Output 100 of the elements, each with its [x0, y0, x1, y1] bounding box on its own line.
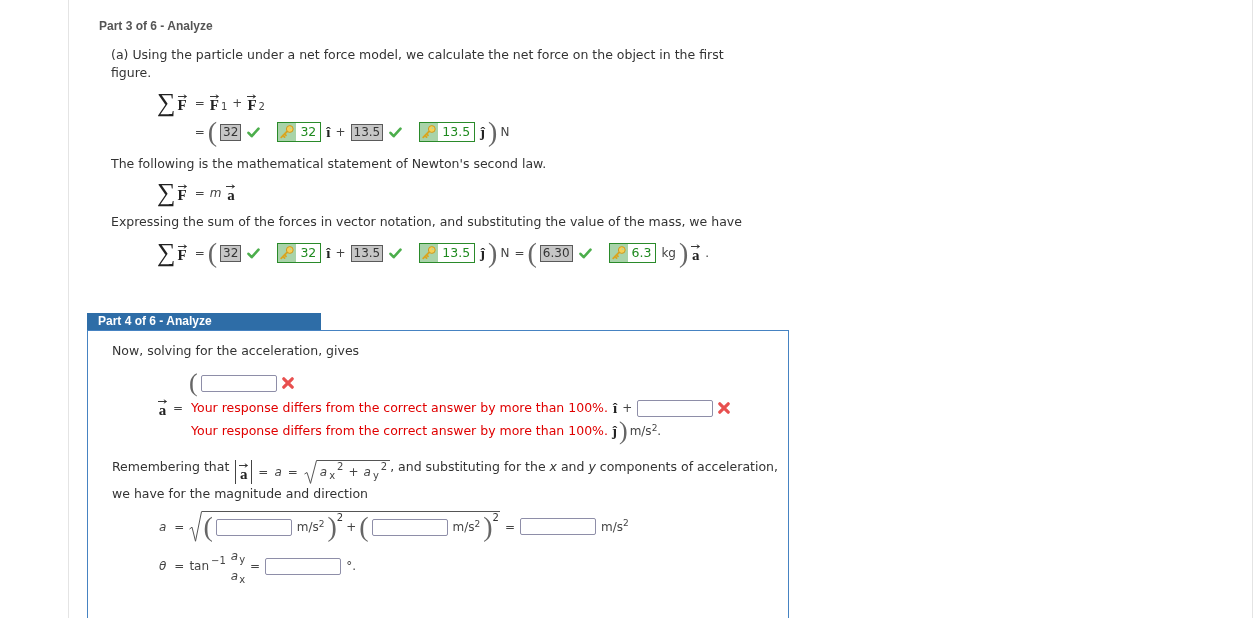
- math-operator: =: [194, 97, 205, 109]
- parenthesis: (: [207, 238, 218, 268]
- function-name: tan: [189, 560, 210, 572]
- math-operator: =: [174, 520, 185, 533]
- math-operator: =: [514, 247, 525, 259]
- math-operator: =: [194, 247, 205, 259]
- summation-symbol: ∑: [157, 180, 176, 206]
- math-operator: +: [335, 126, 346, 138]
- parenthesis: ): [488, 238, 498, 268]
- key-icon: [420, 123, 439, 141]
- parenthesis: ): [483, 512, 493, 542]
- variable-symbol: θ: [159, 560, 167, 572]
- unit-label: m/s$^{2}$: [296, 521, 325, 533]
- vector-arrow-icon: [177, 244, 187, 249]
- superscript: 2: [337, 462, 344, 472]
- superscript: 2: [380, 462, 388, 472]
- unit-label: m/s$^{2}$: [452, 521, 481, 533]
- subscript: x: [329, 471, 336, 481]
- math-operator: =: [173, 402, 184, 414]
- submitted-answer-field: 32: [220, 244, 242, 262]
- parenthesis: ): [618, 418, 628, 444]
- unit-label: m/s$^{2}$.: [629, 425, 662, 437]
- math-operator: +: [335, 247, 346, 259]
- math-operator: .: [705, 247, 710, 259]
- parenthesis: (: [359, 512, 369, 542]
- parenthesis: (: [203, 512, 213, 542]
- variable-symbol: a: [159, 520, 167, 533]
- vector-symbol: a: [227, 189, 235, 202]
- math-operator: =: [194, 126, 205, 138]
- input-field[interactable]: [637, 399, 714, 417]
- vector-arrow-icon: [209, 94, 219, 99]
- instruction-text: , and substituting for the x and y components of acceleration,: [390, 458, 778, 476]
- input-field[interactable]: [265, 557, 342, 575]
- instruction-text: we have for the magnitude and direction: [112, 485, 369, 503]
- math-operator: =: [194, 187, 205, 199]
- vector-symbol: F: [209, 99, 219, 112]
- variable-symbol: a: [230, 550, 239, 562]
- parenthesis: ): [327, 512, 337, 542]
- input-field[interactable]: [215, 518, 292, 536]
- error-message: Your response differs from the correct answer by more than 100%.: [191, 423, 608, 439]
- variable-symbol: a: [363, 466, 371, 478]
- superscript: −1: [211, 556, 226, 566]
- math-operator: +: [622, 402, 633, 414]
- exponent: 2: [336, 513, 344, 523]
- vector-arrow-icon: [177, 184, 187, 189]
- key-icon: [420, 244, 439, 262]
- section-heading: Part 4 of 6 - Analyze: [87, 313, 321, 330]
- math-operator: =: [287, 465, 298, 478]
- variable-symbol: a: [230, 570, 239, 582]
- input-field[interactable]: [371, 518, 448, 536]
- vector-arrow-icon: [226, 184, 236, 189]
- unit-vector: î: [326, 124, 331, 140]
- math-operator: =: [250, 560, 261, 572]
- variable-symbol: a: [274, 465, 282, 478]
- instruction-text: (a) Using the particle under a net force model, we calculate the net force on the object in the first figure.: [111, 46, 725, 82]
- vector-arrow-icon: [158, 399, 167, 404]
- math-operator: +: [348, 466, 359, 478]
- vector-symbol: F: [247, 99, 257, 112]
- input-field[interactable]: [200, 374, 277, 392]
- key-icon: [609, 244, 628, 262]
- error-message: Your response differs from the correct answer by more than 100%.: [191, 400, 608, 416]
- instruction-text: The following is the mathematical statement of Newton's second law.: [111, 155, 547, 173]
- unit-vector: ĵ: [611, 423, 617, 439]
- unit-vector: î: [326, 245, 331, 261]
- unit-vector: î: [612, 400, 618, 416]
- math-operator: +: [232, 97, 243, 109]
- instruction-text: Remembering that: [112, 458, 230, 476]
- subscript: 2: [258, 102, 265, 112]
- submitted-answer-field: 32: [220, 123, 242, 141]
- subscript: y: [372, 471, 379, 481]
- input-field[interactable]: [520, 518, 597, 535]
- unit-label: N: [500, 126, 510, 138]
- summation-symbol: ∑: [157, 90, 176, 116]
- unit-vector: ĵ: [480, 124, 486, 140]
- variable-symbol: m: [209, 187, 222, 199]
- unit-label: N: [500, 247, 510, 259]
- vector-symbol: a: [240, 467, 248, 481]
- section-heading: Part 3 of 6 - Analyze: [99, 19, 213, 33]
- unit-label: kg: [661, 247, 676, 259]
- subscript: y: [239, 555, 246, 565]
- unit-label: m/s$^{2}$: [601, 520, 629, 533]
- answer-key-value: 13.5: [441, 123, 472, 141]
- vector-arrow-icon: [177, 94, 187, 99]
- submitted-answer-field: 13.5: [350, 123, 384, 141]
- exponent: 2: [492, 513, 499, 523]
- vector-symbol: F: [177, 189, 187, 202]
- vector-symbol: a: [158, 404, 167, 417]
- variable-symbol: a: [319, 466, 328, 478]
- parenthesis: ): [679, 238, 689, 268]
- submitted-answer-field: 13.5: [350, 244, 384, 262]
- parenthesis: (: [207, 117, 218, 147]
- key-icon: [278, 244, 297, 262]
- key-icon: [278, 123, 297, 141]
- answer-key-value: 32: [299, 123, 318, 141]
- math-operator: =: [505, 520, 516, 533]
- math-operator: =: [258, 465, 269, 478]
- instruction-text: Expressing the sum of the forces in vector notation, and substituting the value of the mass, we have: [111, 213, 742, 231]
- subscript: x: [239, 575, 246, 585]
- submitted-answer-field: 6.30: [539, 244, 573, 262]
- parenthesis: (: [189, 370, 198, 396]
